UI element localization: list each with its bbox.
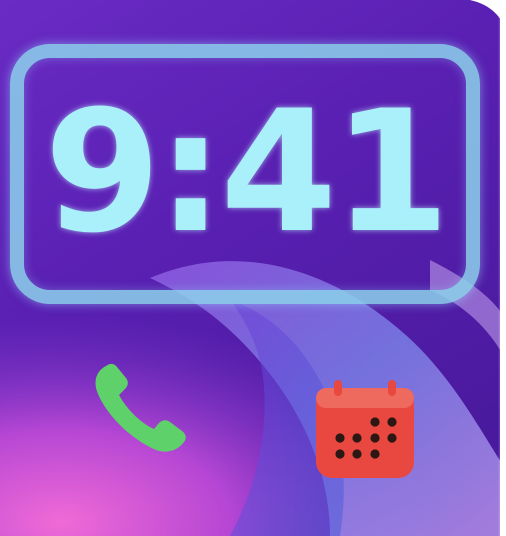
- lock-screen: 9:41: [0, 0, 506, 536]
- calendar-icon[interactable]: [312, 378, 418, 482]
- phone-icon[interactable]: [88, 358, 198, 458]
- clock-time: 9:41: [44, 74, 450, 270]
